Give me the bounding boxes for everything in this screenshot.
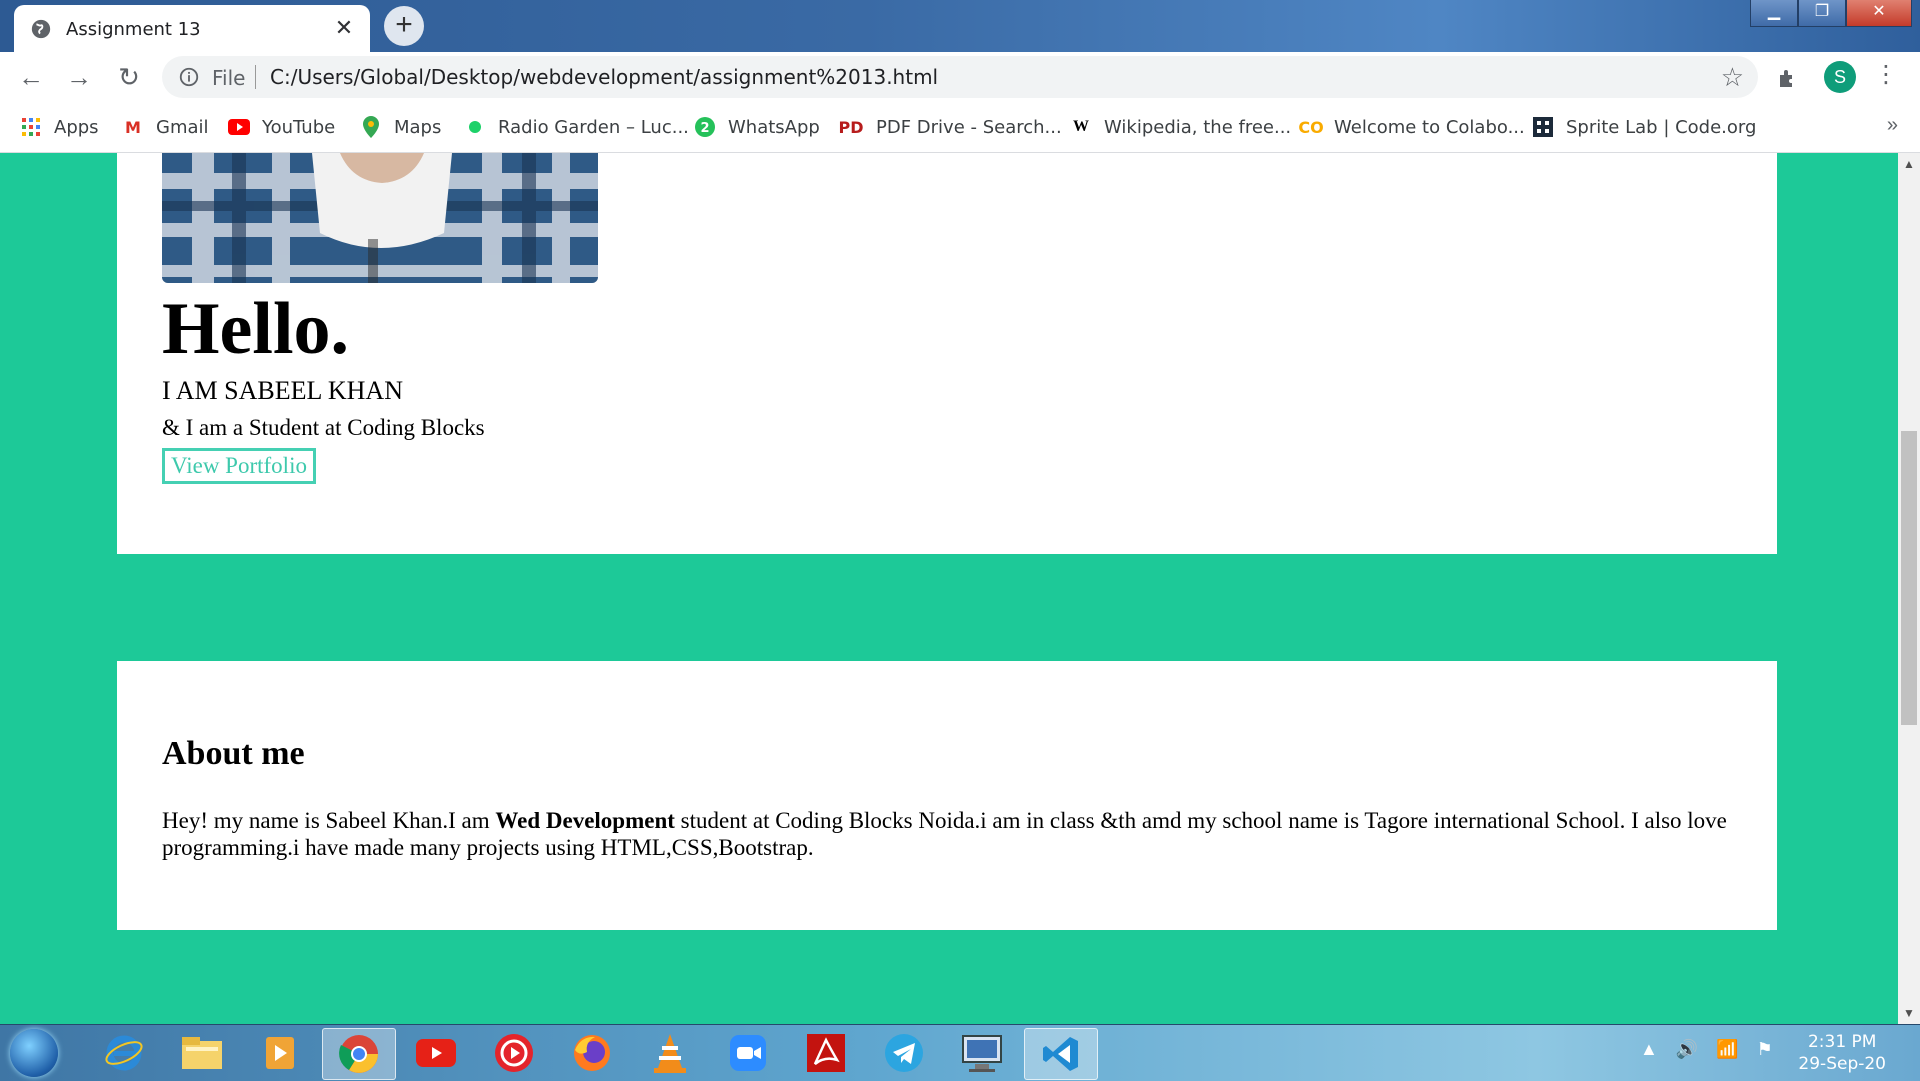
- code-org-icon: [1532, 116, 1554, 138]
- bookmark-wikipedia[interactable]: W Wikipedia, the free...: [1070, 114, 1291, 140]
- bookmark-label: Apps: [54, 116, 99, 138]
- whatsapp-icon: 2: [694, 116, 716, 138]
- hero-name: I AM SABEEL KHAN: [162, 376, 403, 405]
- bookmark-youtube[interactable]: YouTube: [228, 114, 335, 140]
- remote-desktop-icon[interactable]: [946, 1028, 1018, 1078]
- windows-taskbar: ▲ 🔊 📶 ⚑ 2:31 PM 29-Sep-20: [0, 1024, 1920, 1081]
- address-separator: [255, 65, 256, 89]
- hero-card: Hello. I AM SABEEL KHAN & I am a Student…: [117, 153, 1777, 554]
- restore-button[interactable]: ❐: [1798, 0, 1846, 27]
- profile-avatar[interactable]: S: [1824, 61, 1856, 93]
- music-player-icon[interactable]: [478, 1028, 550, 1078]
- media-player-icon[interactable]: [244, 1028, 316, 1078]
- clock-time: 2:31 PM: [1807, 1032, 1877, 1052]
- zoom-icon[interactable]: [712, 1028, 784, 1078]
- system-clock[interactable]: 2:31 PM 29-Sep-20: [1798, 1031, 1886, 1075]
- close-tab-icon[interactable]: ✕: [330, 14, 358, 42]
- bookmark-gmail[interactable]: M Gmail: [122, 114, 209, 140]
- more-bookmarks-icon[interactable]: »: [1887, 114, 1898, 137]
- view-portfolio-button[interactable]: View Portfolio: [162, 448, 316, 484]
- action-center-flag-icon[interactable]: ⚑: [1757, 1039, 1773, 1060]
- telegram-icon[interactable]: [868, 1028, 940, 1078]
- network-signal-icon[interactable]: 📶: [1716, 1039, 1738, 1060]
- more-menu-icon[interactable]: ⋮: [1874, 60, 1898, 89]
- system-tray: ▲ 🔊 📶 ⚑: [1640, 1039, 1773, 1060]
- radio-garden-icon: [464, 116, 486, 138]
- bookmark-radio-garden[interactable]: Radio Garden – Luc...: [464, 114, 689, 140]
- page-viewport: Hello. I AM SABEEL KHAN & I am a Student…: [0, 153, 1898, 1024]
- bookmark-label: Wikipedia, the free...: [1104, 116, 1292, 138]
- bookmark-label: Gmail: [156, 116, 209, 138]
- bookmark-whatsapp[interactable]: 2 WhatsApp: [694, 114, 820, 140]
- colab-icon: CO: [1298, 117, 1324, 137]
- bookmark-colab[interactable]: CO Welcome to Colabo...: [1298, 114, 1525, 140]
- apps-grid-icon: [20, 116, 42, 138]
- minimize-button[interactable]: ▁: [1750, 0, 1798, 27]
- about-card: About me Hey! my name is Sabeel Khan.I a…: [117, 661, 1777, 930]
- bookmark-sprite-lab[interactable]: Sprite Lab | Code.org: [1532, 114, 1756, 140]
- vscode-icon[interactable]: [1024, 1028, 1098, 1080]
- firefox-icon[interactable]: [556, 1028, 628, 1078]
- file-explorer-icon[interactable]: [166, 1028, 238, 1078]
- window-controls: ▁ ❐ ✕: [1750, 0, 1912, 27]
- start-button[interactable]: [10, 1029, 58, 1077]
- vlc-icon[interactable]: [634, 1028, 706, 1078]
- maps-icon: [360, 116, 382, 138]
- vertical-scrollbar[interactable]: ▲ ▼: [1898, 153, 1920, 1024]
- hero-tagline: & I am a Student at Coding Blocks: [162, 415, 485, 440]
- back-icon[interactable]: ←: [14, 60, 48, 94]
- wikipedia-icon: W: [1073, 118, 1089, 135]
- reload-icon[interactable]: ↻: [112, 60, 146, 94]
- bookmarks-bar: Apps M Gmail YouTube Maps Radio Garden –…: [0, 102, 1920, 153]
- profile-photo: [162, 153, 598, 283]
- volume-icon[interactable]: 🔊: [1676, 1039, 1698, 1060]
- tab-title: Assignment 13: [66, 19, 201, 40]
- forward-icon[interactable]: →: [62, 60, 96, 94]
- hero-heading: Hello.: [162, 288, 350, 370]
- svg-text:2: 2: [700, 121, 709, 136]
- globe-icon: [31, 19, 51, 39]
- bookmark-star-icon[interactable]: ☆: [1721, 62, 1744, 93]
- info-icon[interactable]: [178, 66, 200, 88]
- bookmark-label: PDF Drive - Search...: [876, 116, 1062, 138]
- bookmark-label: Sprite Lab | Code.org: [1566, 116, 1757, 138]
- browser-titlebar: Assignment 13 ✕ + ▁ ❐ ✕: [0, 0, 1920, 52]
- bookmark-apps[interactable]: Apps: [20, 114, 99, 140]
- bookmark-label: Maps: [394, 116, 442, 138]
- bookmark-label: YouTube: [262, 116, 336, 138]
- about-title: About me: [162, 735, 305, 772]
- acrobat-icon[interactable]: [790, 1028, 862, 1078]
- bookmark-label: Welcome to Colabo...: [1334, 116, 1525, 138]
- about-text-bold: Wed Development: [495, 808, 675, 833]
- chrome-icon[interactable]: [322, 1028, 396, 1080]
- browser-tab[interactable]: Assignment 13 ✕: [14, 5, 370, 52]
- bookmark-pdf-drive[interactable]: PD PDF Drive - Search...: [838, 114, 1062, 140]
- internet-explorer-icon[interactable]: [88, 1028, 160, 1078]
- scroll-down-icon[interactable]: ▼: [1903, 1006, 1915, 1020]
- browser-toolbar: ← → ↻ File C:/Users/Global/Desktop/webde…: [0, 52, 1920, 102]
- about-text: Hey! my name is Sabeel Khan.I am Wed Dev…: [162, 807, 1742, 861]
- youtube-icon[interactable]: [400, 1028, 472, 1078]
- bookmark-label: WhatsApp: [728, 116, 820, 138]
- address-bar[interactable]: File C:/Users/Global/Desktop/webdevelopm…: [162, 56, 1758, 98]
- close-window-button[interactable]: ✕: [1846, 0, 1912, 27]
- scroll-up-icon[interactable]: ▲: [1903, 157, 1915, 171]
- pdf-drive-icon: PD: [838, 117, 864, 137]
- extensions-icon[interactable]: [1776, 66, 1800, 90]
- gmail-icon: M: [125, 117, 141, 137]
- about-text-intro: Hey! my name is Sabeel Khan.I am: [162, 808, 496, 833]
- show-hidden-icons-icon[interactable]: ▲: [1640, 1039, 1658, 1060]
- bookmark-maps[interactable]: Maps: [360, 114, 441, 140]
- url-text[interactable]: C:/Users/Global/Desktop/webdevelopment/a…: [270, 65, 938, 89]
- scroll-thumb[interactable]: [1901, 431, 1917, 725]
- bookmark-label: Radio Garden – Luc...: [498, 116, 689, 138]
- youtube-icon: [228, 116, 250, 138]
- new-tab-button[interactable]: +: [384, 6, 424, 46]
- clock-date: 29-Sep-20: [1798, 1054, 1886, 1074]
- url-scheme-label: File: [212, 66, 246, 90]
